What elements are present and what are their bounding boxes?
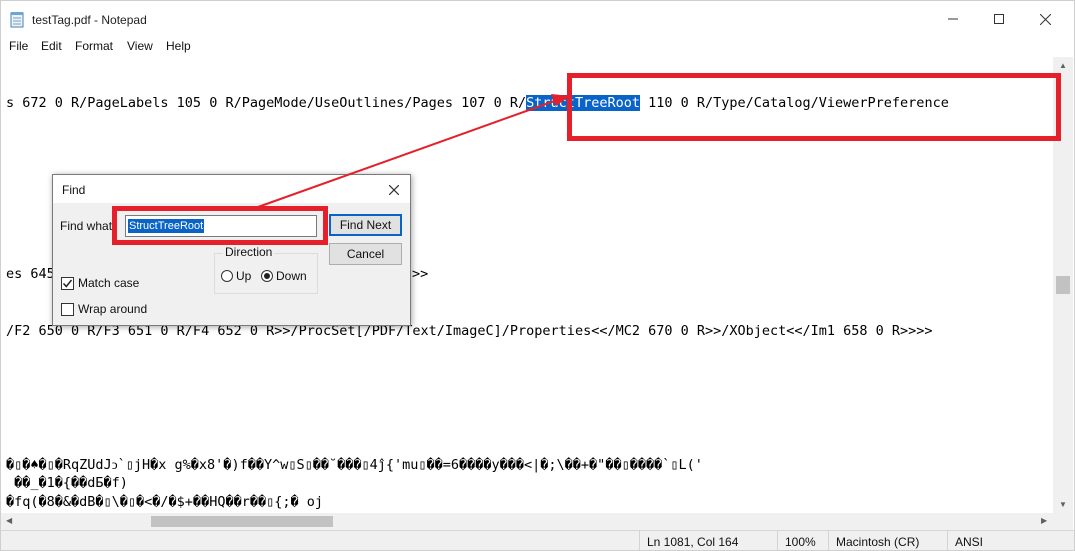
annotation-arrow-line <box>257 98 561 208</box>
annotation-arrow-head <box>551 94 570 106</box>
annotation-arrow <box>257 94 570 208</box>
